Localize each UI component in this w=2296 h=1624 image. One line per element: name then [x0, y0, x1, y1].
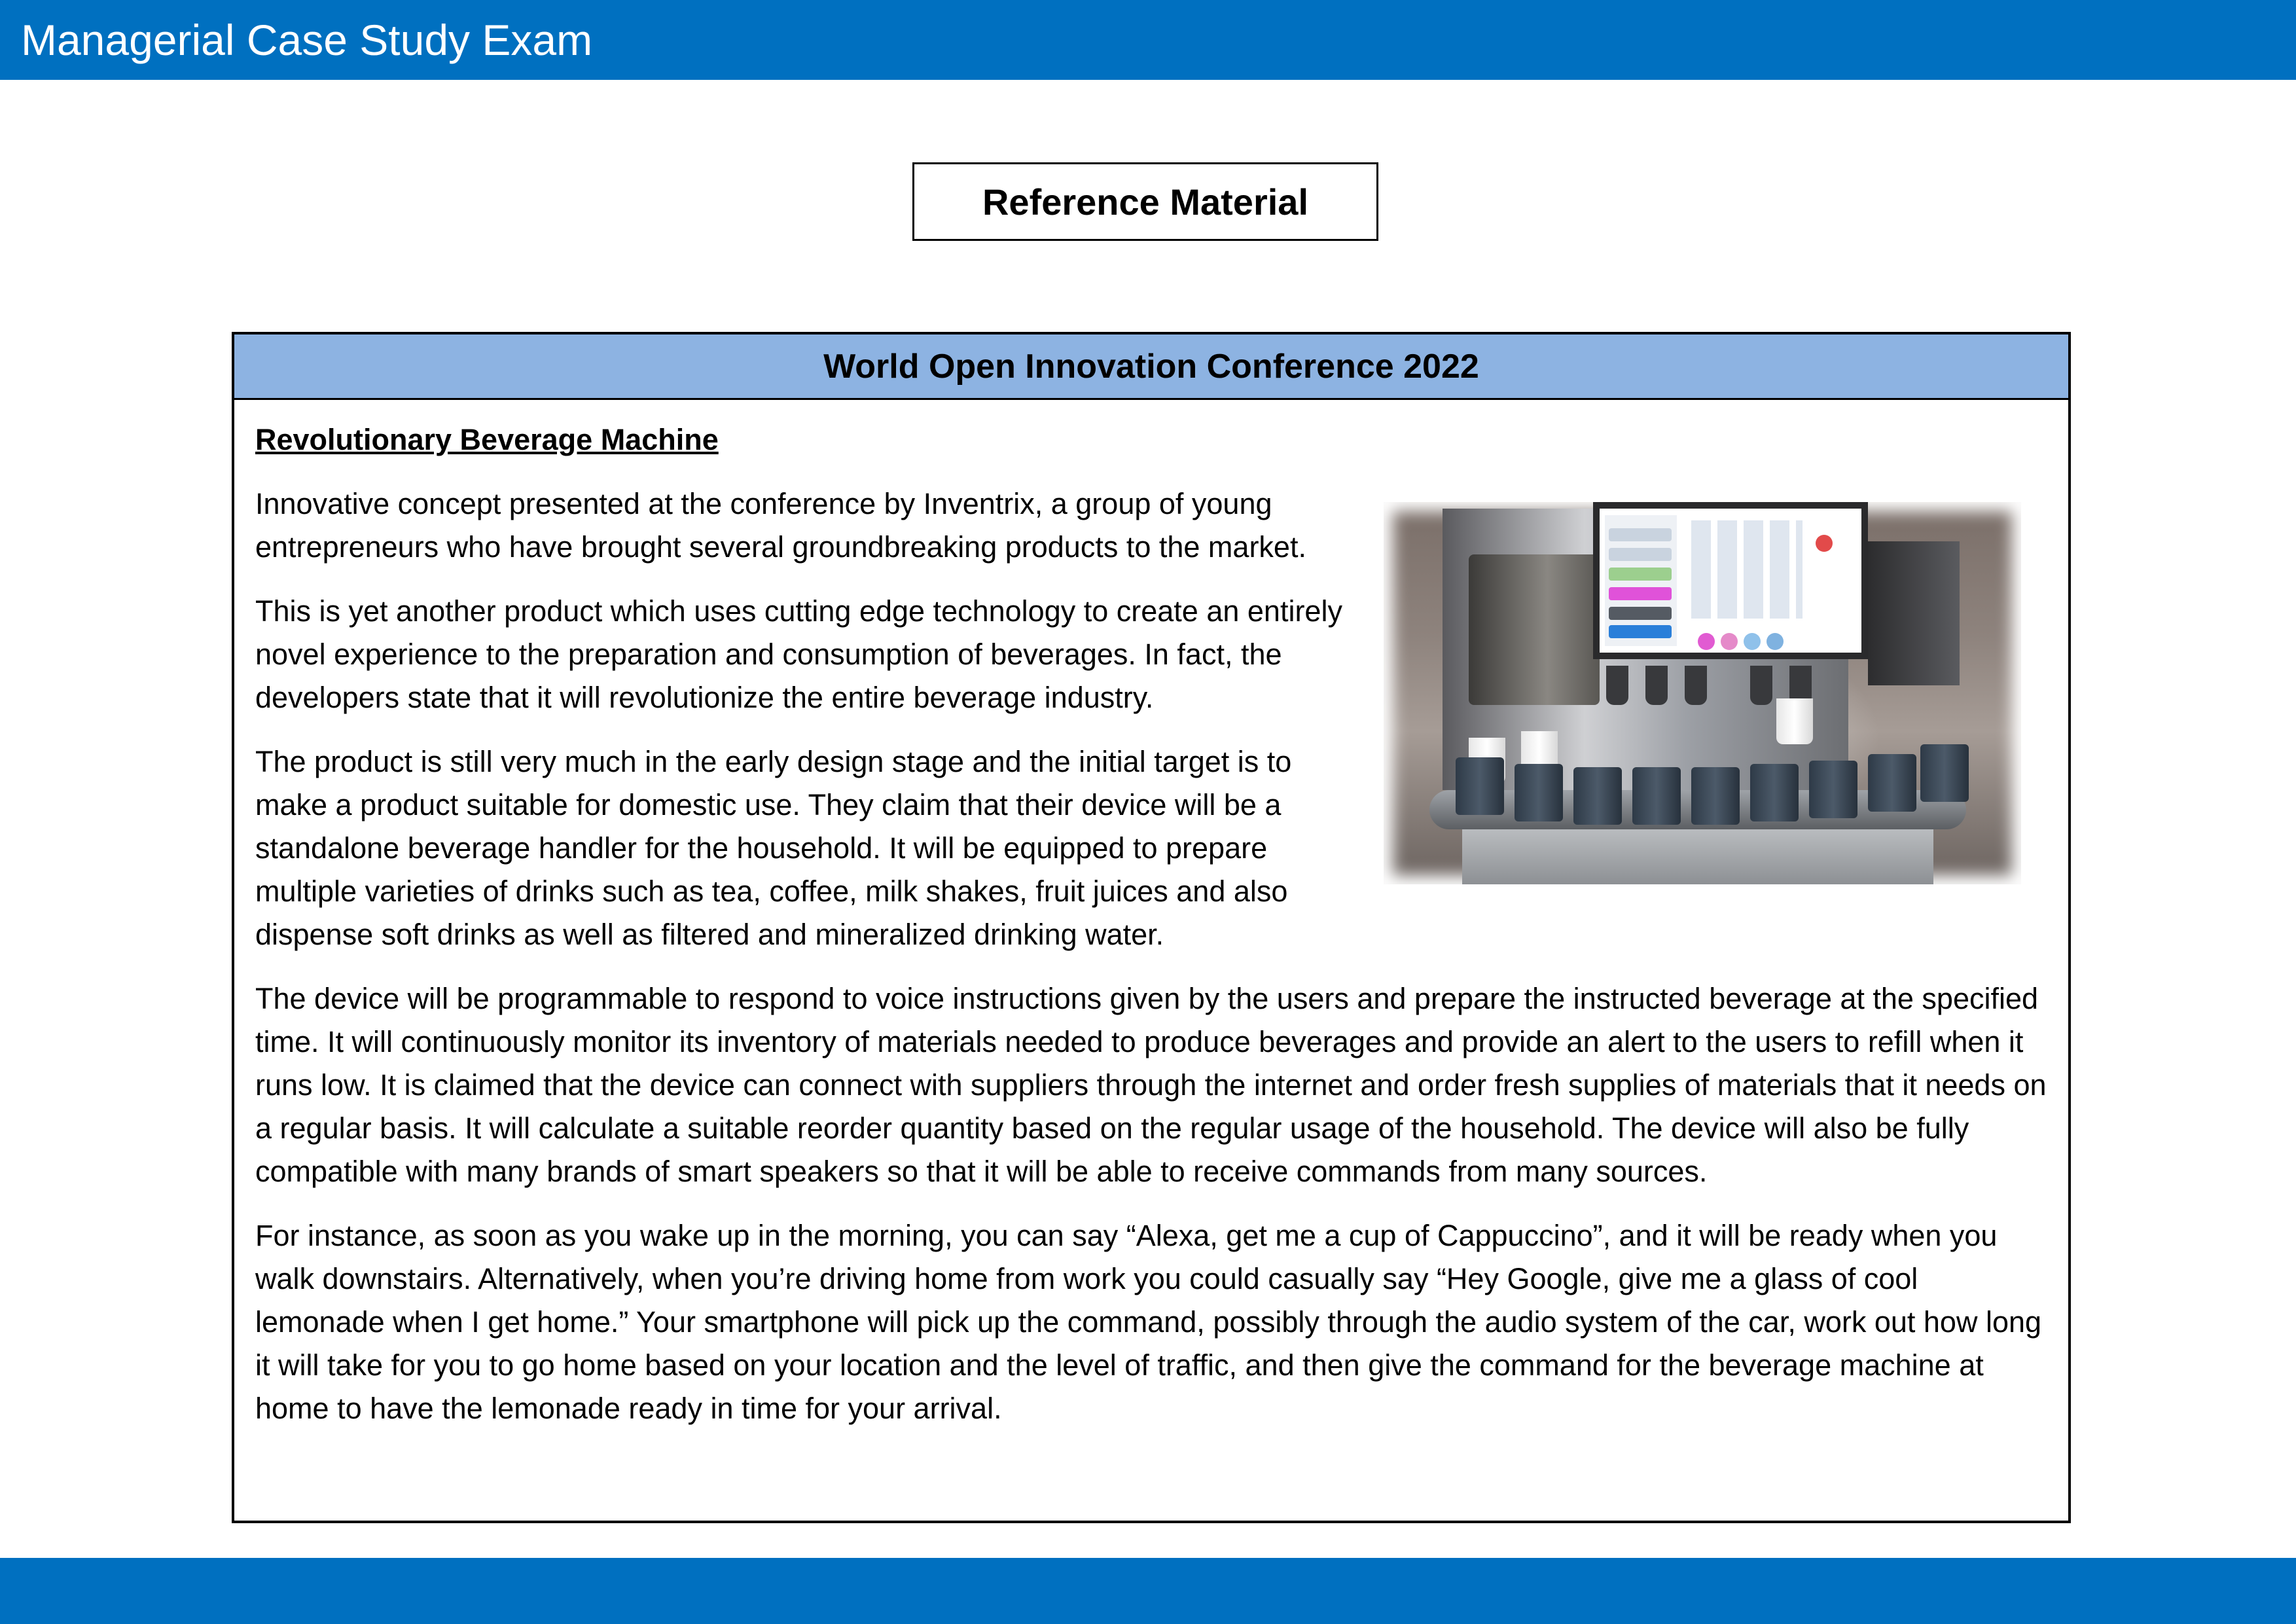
- paragraph-programmable: The device will be programmable to respo…: [255, 982, 2047, 1188]
- bottom-banner: [0, 1558, 2296, 1624]
- section-title: Revolutionary Beverage Machine: [255, 423, 719, 456]
- paragraph-example: For instance, as soon as you wake up in …: [255, 1219, 2042, 1425]
- panel-body: Revolutionary Beverage Machine Innovativ…: [234, 400, 2068, 1430]
- top-banner: Managerial Case Study Exam: [0, 0, 2296, 80]
- beverage-machine-photo: [1384, 502, 2021, 884]
- reference-panel: World Open Innovation Conference 2022 Re…: [232, 332, 2071, 1523]
- reference-material-label: Reference Material: [912, 162, 1378, 241]
- panel-title: World Open Innovation Conference 2022: [234, 334, 2068, 400]
- exam-title: Managerial Case Study Exam: [21, 16, 593, 64]
